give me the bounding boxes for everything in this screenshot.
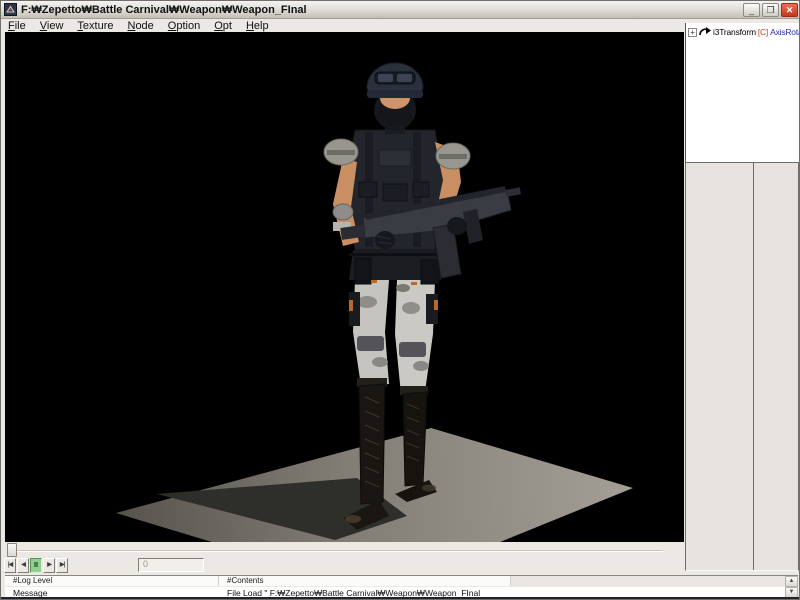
menu-item-help[interactable]: Help [239,20,276,32]
go-first-button[interactable]: |◀ [4,558,16,573]
step-forward-button[interactable]: ▶ [43,558,55,573]
pause-button[interactable]: II [30,558,42,573]
detail-panel-left[interactable] [686,163,754,570]
frame-scrubber-thumb[interactable] [7,543,17,557]
menu-item-node[interactable]: Node [120,20,160,32]
side-panels [685,162,799,571]
minimize-button[interactable]: _ [743,3,760,17]
menu-item-file[interactable]: File [1,20,33,32]
scroll-up-icon[interactable]: ▲ [785,576,798,587]
log-header: #Log Level #Contents [5,576,785,586]
menu-item-option[interactable]: Option [161,20,207,32]
log-panel: #Log Level #Contents Message File Load "… [5,575,798,597]
log-column-loglevel[interactable]: #Log Level [5,576,219,586]
app-window: F:₩Zepetto₩Battle Carnival₩Weapon₩Weapon… [0,0,800,600]
maximize-button[interactable]: ❐ [762,3,779,17]
transport-buttons: |◀ ◀ II ▶ ▶| [4,558,68,573]
log-column-contents[interactable]: #Contents [219,576,511,586]
tree-item-node-name[interactable]: AxisRotate [770,27,799,37]
menu-item-opt[interactable]: Opt [207,20,239,32]
viewport-3d[interactable] [5,32,684,542]
titlebar[interactable]: F:₩Zepetto₩Battle Carnival₩Weapon₩Weapon… [1,1,800,19]
window-title: F:₩Zepetto₩Battle Carnival₩Weapon₩Weapon… [21,4,743,16]
window-controls: _ ❐ ✕ [743,3,798,17]
detail-panel-right[interactable] [754,163,798,570]
tree-item-label[interactable]: i3Transform [713,27,756,37]
go-last-button[interactable]: ▶| [56,558,68,573]
menubar: File View Texture Node Option Opt Help [1,19,685,32]
tree-item-tag: [C] [758,27,768,37]
log-scrollbar[interactable]: ▲ ▼ [785,576,798,598]
menu-item-view[interactable]: View [33,20,71,32]
frame-number-field[interactable]: 0 [138,558,204,572]
step-back-button[interactable]: ◀ [17,558,29,573]
menu-item-texture[interactable]: Texture [70,20,120,32]
tree-item[interactable]: + i3Transform [C] AxisRotate [688,27,799,37]
transform-node-icon [699,27,711,37]
scene-tree-panel[interactable]: + i3Transform [C] AxisRotate [685,23,799,162]
animation-controls: |◀ ◀ II ▶ ▶| 0 [1,542,685,575]
tree-expander[interactable]: + [688,28,697,37]
model-scene [5,32,684,542]
frame-scrubber-track[interactable] [7,550,663,552]
close-button[interactable]: ✕ [781,3,798,17]
app-icon [4,3,17,16]
